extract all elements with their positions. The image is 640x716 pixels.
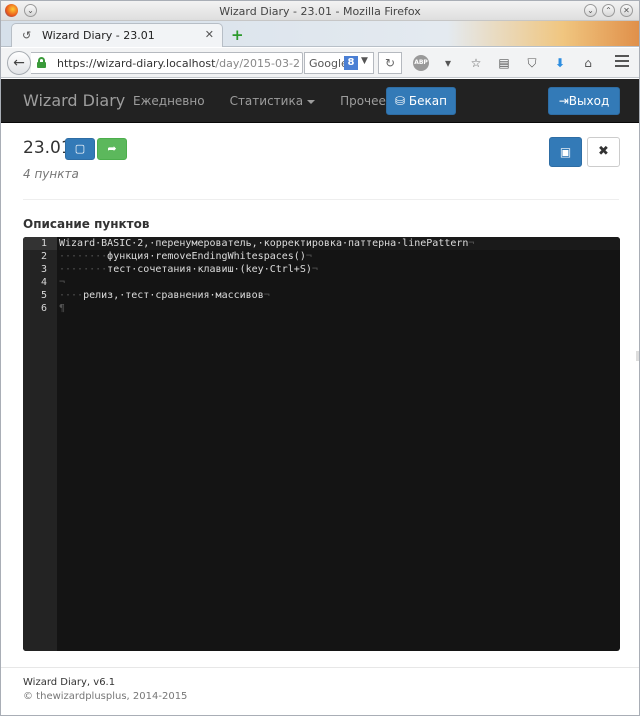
tab-title: Wizard Diary - 23.01 [42, 29, 155, 42]
footer-copyright: © thewizardplusplus, 2014-2015 [23, 691, 188, 702]
reload-button[interactable]: ↻ [378, 52, 402, 74]
editor-line[interactable]: ¶ [59, 302, 620, 315]
browser-window: ⌄ Wizard Diary - 23.01 - Mozilla Firefox… [0, 0, 640, 716]
points-count: 4 пункта [23, 167, 79, 181]
footer-divider [1, 667, 639, 668]
tab-strip: ↺ Wizard Diary - 23.01 ✕ + [1, 21, 639, 47]
backup-button[interactable]: ⛁ Бекап [386, 87, 456, 115]
divider [23, 199, 619, 200]
close-icon: ✖ [598, 144, 609, 159]
editor-line[interactable]: Wizard·BASIC·2,·перенумерователь,·коррек… [59, 237, 620, 250]
line-number: 4 [40, 277, 47, 288]
home-icon[interactable]: ⌂ [579, 54, 597, 72]
menu-icon[interactable] [615, 55, 629, 67]
square-icon: ▢ [74, 142, 86, 155]
editor-line[interactable]: ····релиз,·тест·сравнения·массивов¬ [59, 289, 620, 302]
nav-statistics[interactable]: Статистика [230, 94, 316, 108]
share-icon: ➦ [107, 142, 117, 155]
section-title: Описание пунктов [23, 217, 150, 231]
back-button[interactable]: ← [7, 51, 31, 75]
search-box[interactable]: Google 8 ▼ [304, 52, 374, 74]
google-icon: 8 [344, 56, 358, 70]
close-button[interactable]: ✖ [587, 137, 620, 167]
browser-toolbar: ← https://wizard-diary.localhost/day/201… [1, 48, 639, 78]
toggle-button[interactable]: ▢ [65, 138, 95, 160]
reading-list-icon[interactable]: ▤ [495, 54, 513, 72]
adblock-icon[interactable]: ABP [413, 55, 429, 71]
footer-version: Wizard Diary, v6.1 [23, 677, 116, 688]
editor-line[interactable]: ¬ [59, 276, 620, 289]
lock-icon [37, 57, 46, 68]
database-icon: ⛁ [395, 94, 406, 108]
line-number: 2 [40, 251, 47, 262]
url-host: https://wizard-diary.localhost [57, 57, 216, 70]
save-button[interactable]: ▣ [549, 137, 582, 167]
line-number: 6 [40, 303, 47, 314]
maximize-button[interactable]: ⌃ [602, 4, 615, 17]
code-editor[interactable]: 1 2 3 4 5 6 Wizard·BASIC·2,·перенумерова… [23, 237, 620, 651]
window-title: Wizard Diary - 23.01 - Mozilla Firefox [219, 5, 421, 18]
scrollbar-marker[interactable] [636, 351, 639, 361]
close-window-button[interactable]: ✕ [620, 4, 633, 17]
minimize-button[interactable]: ⌄ [584, 4, 597, 17]
search-dropdown-icon[interactable]: ▼ [361, 56, 368, 66]
logout-button[interactable]: ⇥Выход [548, 87, 620, 115]
url-path: /day/2015-03-27/upda [215, 57, 301, 70]
caret-down-icon [307, 99, 316, 104]
nav-daily[interactable]: Ежедневно [133, 94, 205, 108]
bookmark-star-icon[interactable]: ☆ [467, 54, 485, 72]
line-number: 1 [23, 237, 57, 250]
share-button[interactable]: ➦ [97, 138, 127, 160]
url-bar[interactable]: https://wizard-diary.localhost/day/2015-… [31, 52, 303, 74]
app-navbar: Wizard Diary Ежедневно Статистика Прочее… [1, 79, 639, 123]
editor-line[interactable]: ········функция·removeEndingWhitespaces(… [59, 250, 620, 263]
logout-icon: ⇥ [558, 94, 569, 108]
editor-line[interactable]: ········тест·сочетания·клавиш·(key·Ctrl+… [59, 263, 620, 276]
line-number: 3 [40, 264, 47, 275]
line-number: 5 [40, 290, 47, 301]
new-tab-icon[interactable]: + [231, 26, 244, 44]
browser-tab-active[interactable]: ↺ Wizard Diary - 23.01 ✕ [11, 23, 223, 47]
floppy-icon: ▣ [559, 145, 572, 159]
tab-close-icon[interactable]: ✕ [205, 28, 214, 41]
editor-gutter: 1 2 3 4 5 6 [23, 237, 57, 651]
download-icon[interactable]: ⬇ [551, 54, 569, 72]
brand-link[interactable]: Wizard Diary [23, 91, 125, 110]
tab-favicon-icon: ↺ [22, 29, 32, 42]
window-titlebar: ⌄ Wizard Diary - 23.01 - Mozilla Firefox… [1, 1, 639, 21]
pocket-icon[interactable]: ⛉ [523, 54, 541, 72]
editor-content[interactable]: Wizard·BASIC·2,·перенумерователь,·коррек… [59, 237, 620, 315]
search-engine-label: Google [309, 57, 348, 70]
adblock-dropdown-icon[interactable]: ▾ [439, 54, 457, 72]
